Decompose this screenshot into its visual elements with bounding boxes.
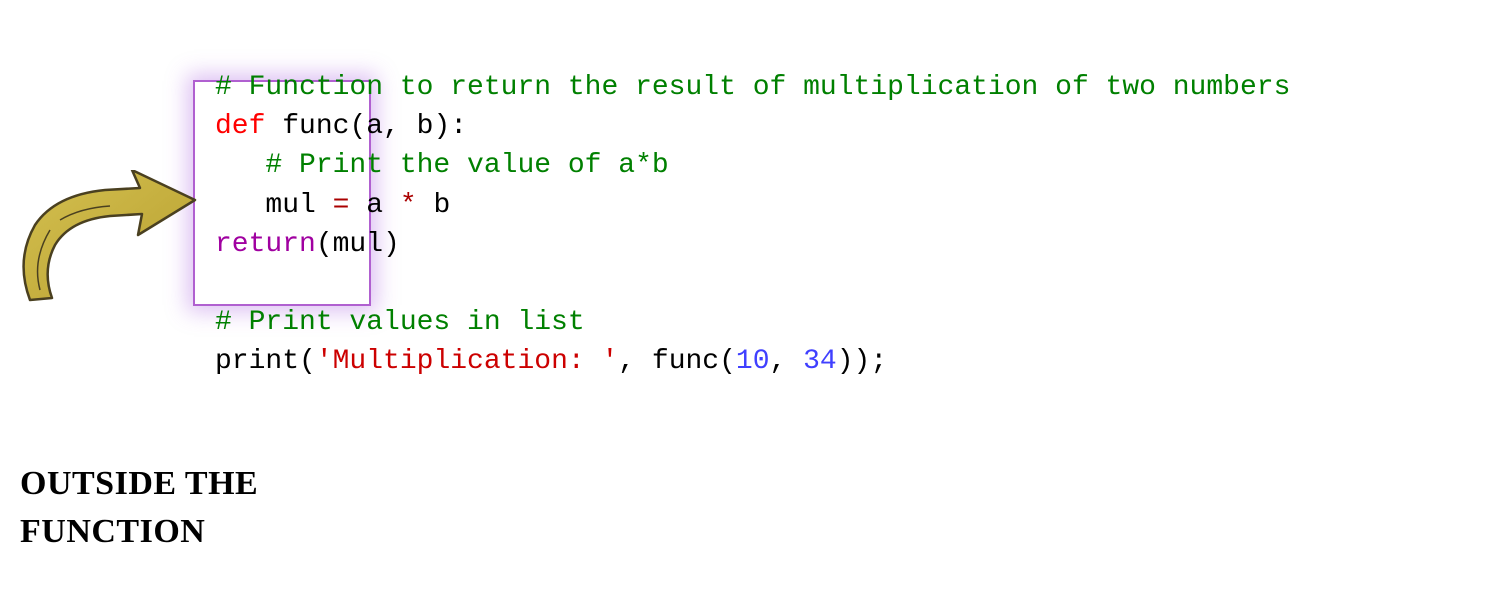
print-mid: , bbox=[770, 346, 804, 377]
return-arg: (mul) bbox=[316, 229, 400, 260]
code-eq: = bbox=[333, 190, 350, 221]
print-close: )); bbox=[837, 346, 887, 377]
code-block: # Function to return the result of multi… bbox=[215, 68, 1290, 382]
code-star: * bbox=[400, 190, 417, 221]
annotation-line-1: OUTSIDE THE bbox=[20, 460, 258, 508]
print-string: 'Multiplication: ' bbox=[316, 346, 618, 377]
code-a: a bbox=[349, 190, 399, 221]
print-fn: print bbox=[215, 346, 299, 377]
annotation-text: OUTSIDE THE FUNCTION bbox=[20, 460, 258, 555]
code-comment-3: # Print values in list bbox=[215, 307, 585, 338]
code-b: b bbox=[417, 190, 451, 221]
print-num1: 10 bbox=[736, 346, 770, 377]
func-name: func bbox=[265, 111, 349, 142]
return-keyword: return bbox=[215, 229, 316, 260]
annotation-line-2: FUNCTION bbox=[20, 508, 258, 556]
print-num2: 34 bbox=[803, 346, 837, 377]
code-comment-1: # Function to return the result of multi… bbox=[215, 72, 1290, 103]
func-params: (a, b): bbox=[349, 111, 467, 142]
def-keyword: def bbox=[215, 111, 265, 142]
arrow-icon bbox=[10, 170, 210, 320]
code-mul-assign: mul bbox=[215, 190, 333, 221]
print-open: ( bbox=[299, 346, 316, 377]
print-comma: , func( bbox=[618, 346, 736, 377]
code-comment-2: # Print the value of a*b bbox=[215, 150, 669, 181]
